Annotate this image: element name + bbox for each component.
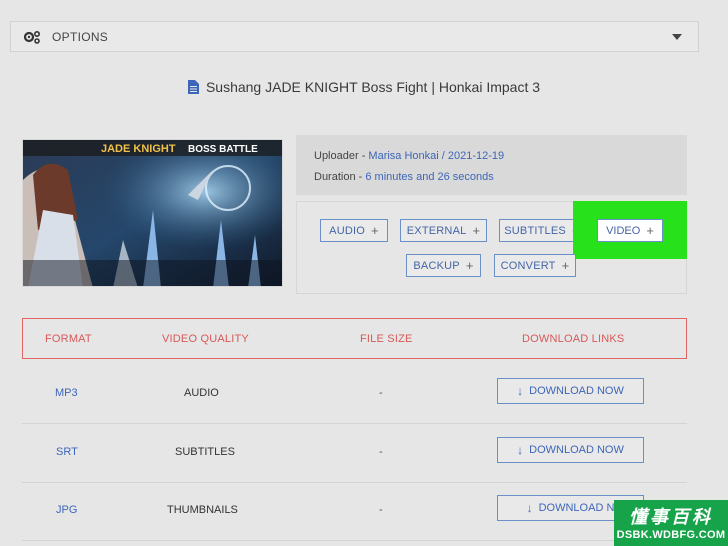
watermark-en: DSBK.WDBFG.COM [616, 529, 726, 541]
video-title-row: Sushang JADE KNIGHT Boss Fight | Honkai … [0, 79, 728, 95]
video-thumbnail: JADE KNIGHT BOSS BATTLE [22, 139, 283, 287]
gears-icon [23, 30, 41, 44]
convert-format-label: CONVERT [500, 259, 556, 272]
options-label: OPTIONS [52, 29, 109, 44]
download-label: DOWNLOAD NOW [529, 444, 624, 456]
video-meta: Uploader - Marisa Honkai / 2021-12-19 Du… [296, 135, 687, 195]
document-icon [187, 80, 199, 94]
download-label: DOWNLOAD NOW [529, 385, 624, 397]
duration-value: 6 minutes and 26 seconds [365, 171, 494, 183]
row-format: MP3 [55, 387, 78, 399]
row-quality: SUBTITLES [175, 446, 235, 458]
uploader-value[interactable]: Marisa Honkai / 2021-12-19 [368, 150, 504, 162]
video-format-label: VIDEO [606, 224, 641, 237]
backup-format-label: BACKUP [413, 259, 460, 272]
audio-format-label: AUDIO [329, 224, 366, 237]
row-size: - [379, 387, 383, 399]
header-format: FORMAT [45, 333, 92, 345]
header-file-size: FILE SIZE [360, 333, 413, 345]
options-bar[interactable]: OPTIONS [10, 21, 699, 52]
duration-label: Duration - [314, 171, 366, 183]
uploader-line: Uploader - Marisa Honkai / 2021-12-19 [314, 150, 504, 162]
download-arrow-icon: ↓ [517, 384, 524, 398]
row-format: JPG [56, 504, 78, 516]
external-format-label: EXTERNAL [406, 224, 467, 237]
row-quality: THUMBNAILS [167, 504, 238, 516]
table-row: MP3 AUDIO - ↓ DOWNLOAD NOW [22, 366, 687, 424]
table-row: JPG THUMBNAILS - ↓ DOWNLOAD N [22, 483, 687, 541]
backup-format-button[interactable]: BACKUP + [406, 254, 481, 277]
row-quality: AUDIO [184, 387, 219, 399]
plus-icon: + [371, 223, 379, 238]
watermark-cn: 懂事百科 [629, 507, 713, 527]
chevron-down-icon[interactable] [672, 34, 682, 40]
plus-icon: + [646, 223, 654, 238]
header-download-links: DOWNLOAD LINKS [522, 333, 625, 345]
video-format-button[interactable]: VIDEO + [597, 219, 663, 242]
download-arrow-icon: ↓ [517, 443, 524, 457]
download-now-button[interactable]: ↓ DOWNLOAD NOW [497, 378, 644, 404]
plus-icon: + [472, 223, 481, 238]
external-format-button[interactable]: EXTERNAL + [400, 219, 487, 242]
row-size: - [379, 504, 383, 516]
plus-icon: + [561, 258, 570, 273]
plus-icon: + [465, 258, 474, 273]
download-now-button[interactable]: ↓ DOWNLOAD NOW [497, 437, 644, 463]
row-size: - [379, 446, 383, 458]
thumbnail-caption-main: JADE KNIGHT [101, 143, 176, 155]
downloads-table-header: FORMAT VIDEO QUALITY FILE SIZE DOWNLOAD … [22, 318, 687, 359]
convert-format-button[interactable]: CONVERT + [494, 254, 576, 277]
video-title: Sushang JADE KNIGHT Boss Fight | Honkai … [205, 79, 541, 95]
watermark-logo: 懂事百科 DSBK.WDBFG.COM [614, 500, 728, 546]
subtitles-format-label: SUBTITLES [504, 224, 566, 237]
table-row: SRT SUBTITLES - ↓ DOWNLOAD NOW [22, 425, 687, 483]
row-format: SRT [56, 446, 78, 458]
audio-format-button[interactable]: AUDIO + [320, 219, 388, 242]
duration-line: Duration - 6 minutes and 26 seconds [314, 171, 494, 183]
header-video-quality: VIDEO QUALITY [162, 333, 249, 345]
uploader-label: Uploader - [314, 150, 369, 162]
thumbnail-caption-sub: BOSS BATTLE [188, 144, 258, 155]
download-label: DOWNLOAD N [538, 502, 615, 514]
download-arrow-icon: ↓ [526, 501, 533, 515]
